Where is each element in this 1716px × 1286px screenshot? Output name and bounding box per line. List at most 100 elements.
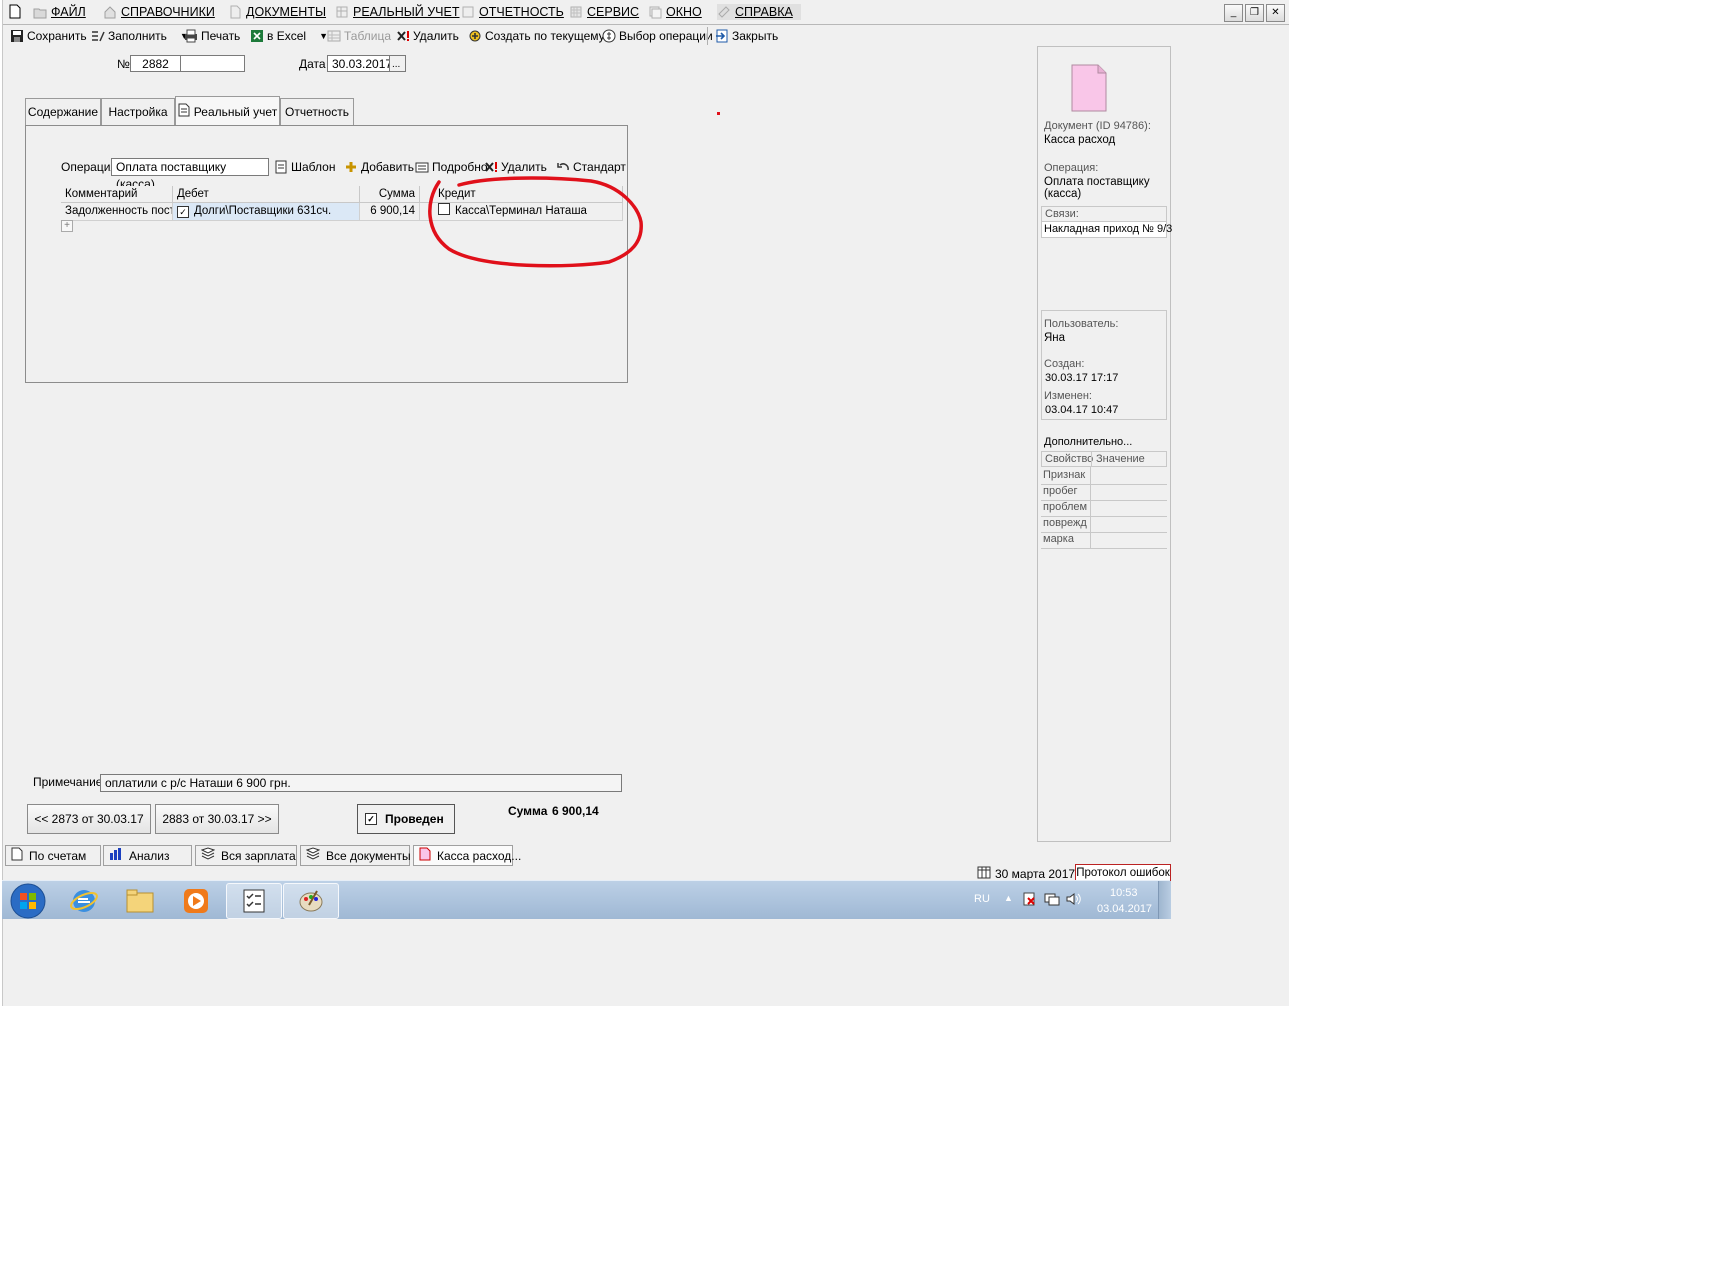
props-row[interactable]: марка	[1041, 531, 1167, 549]
home-icon	[103, 5, 117, 19]
excel-button[interactable]: в Excel ▼	[250, 28, 328, 44]
window-tab-cash-expense[interactable]: Касса расход...	[413, 845, 521, 866]
fill-button[interactable]: Заполнить ▼	[91, 28, 189, 44]
col-amount[interactable]: Сумма	[360, 186, 420, 202]
language-indicator[interactable]: RU	[974, 893, 990, 905]
menu-help[interactable]: СПРАВКА	[717, 4, 801, 20]
grid-icon	[569, 5, 583, 19]
menu-references[interactable]: СПРАВОЧНИКИ	[103, 4, 215, 20]
date-picker-button[interactable]: ...	[389, 55, 406, 72]
print-button[interactable]: Печать	[184, 28, 240, 44]
tab-real-accounting[interactable]: Реальный учет	[175, 96, 280, 126]
explorer-taskbar-button[interactable]	[112, 883, 168, 919]
close-button[interactable]: ✕	[1266, 4, 1285, 22]
number-input[interactable]: 2882	[130, 55, 181, 72]
template-button[interactable]: Шаблон	[274, 159, 335, 175]
add-row-button[interactable]: Добавить	[344, 159, 414, 175]
window-tab-by-accounts[interactable]: По счетам	[5, 845, 101, 866]
prop-value[interactable]	[1090, 515, 1167, 532]
prev-document-button[interactable]: << 2873 от 30.03.17	[27, 804, 151, 834]
posted-checkbox[interactable]: ✓	[365, 813, 377, 825]
table-icon	[335, 5, 349, 19]
show-desktop-button[interactable]	[1158, 881, 1171, 919]
window-tab-label: По счетам	[29, 848, 87, 863]
window-tab-salary[interactable]: Вся зарплата	[195, 845, 297, 866]
cell-debit-text: Долги\Поставщики 631сч.	[194, 205, 332, 217]
next-document-button[interactable]: 2883 от 30.03.17 >>	[155, 804, 279, 834]
delete-button[interactable]: Удалить	[396, 28, 459, 44]
prop-value[interactable]	[1090, 467, 1167, 484]
save-label: Сохранить	[27, 29, 87, 43]
prop-value[interactable]	[1090, 499, 1167, 516]
tab-settings[interactable]: Настройка	[101, 98, 175, 125]
media-player-taskbar-button[interactable]	[168, 883, 224, 919]
menu-file[interactable]: ФАЙЛ	[33, 4, 86, 20]
windows-logo-icon	[10, 883, 46, 919]
save-button[interactable]: Сохранить	[10, 28, 87, 44]
restore-button[interactable]: ❐	[1245, 4, 1264, 22]
close-doc-button[interactable]: Закрыть	[715, 28, 778, 44]
tab-settings-label: Настройка	[108, 105, 168, 119]
operation-input[interactable]: Оплата поставщику (касса)	[111, 158, 269, 191]
minimize-button[interactable]: _	[1224, 4, 1243, 22]
menu-window-label: ОКНО	[666, 5, 702, 19]
printer-icon	[184, 29, 198, 43]
menu-real-accounting[interactable]: РЕАЛЬНЫЙ УЧЕТ	[335, 4, 460, 20]
menu-documents[interactable]: ДОКУМЕНТЫ	[228, 4, 326, 20]
prop-name: поврежд	[1043, 517, 1087, 529]
menu-window[interactable]: ОКНО	[648, 4, 702, 20]
stack-icon	[200, 847, 216, 864]
col-comment[interactable]: Комментарий	[61, 186, 173, 202]
prop-name: Признак	[1043, 469, 1086, 481]
op-value-line2: (касса)	[1044, 188, 1082, 200]
choose-operation-button[interactable]: Выбор операции	[602, 28, 713, 44]
date-input[interactable]: 30.03.2017	[327, 55, 392, 72]
show-hidden-icons-icon[interactable]: ▲	[1004, 893, 1013, 903]
links-header: Связи:	[1041, 206, 1167, 222]
links-list-item[interactable]: Накладная приход № 9/3	[1041, 222, 1172, 238]
col-debit[interactable]: Дебет	[173, 186, 360, 202]
clock-time[interactable]: 10:53	[1110, 887, 1138, 899]
new-document-icon[interactable]	[9, 4, 21, 22]
more-link[interactable]: Дополнительно...	[1044, 436, 1132, 448]
paint-taskbar-button[interactable]	[283, 883, 339, 919]
add-row-plus[interactable]: +	[61, 220, 73, 232]
debit-checkbox[interactable]: ✓	[177, 206, 189, 218]
tab-real-accounting-label: Реальный учет	[193, 104, 278, 119]
toolbar: Сохранить Заполнить ▼ Печать в Excel ▼ Т…	[3, 25, 1143, 47]
toolbar-separator	[707, 27, 708, 45]
posted-toggle[interactable]: ✓ Проведен	[357, 804, 455, 834]
number-suffix-input[interactable]	[180, 55, 245, 72]
prop-value[interactable]	[1090, 483, 1167, 500]
app-taskbar-button[interactable]	[226, 883, 282, 919]
network-icon[interactable]	[1044, 892, 1060, 909]
cell-amount[interactable]: 6 900,14	[360, 203, 420, 220]
clock-date[interactable]: 03.04.2017	[1097, 903, 1152, 915]
action-center-icon[interactable]	[1022, 892, 1036, 909]
table-button[interactable]: Таблица	[327, 28, 391, 44]
error-log-button[interactable]: Протокол ошибок	[1075, 864, 1171, 881]
note-input[interactable]: оплатили с р/с Наташи 6 900 грн.	[100, 774, 622, 792]
volume-icon[interactable]	[1066, 892, 1082, 909]
prop-value[interactable]	[1090, 531, 1167, 548]
cell-debit[interactable]: ✓ Долги\Поставщики 631сч.	[173, 203, 360, 220]
start-button[interactable]	[2, 883, 54, 919]
cell-comment[interactable]: Задолженность поста	[61, 203, 173, 220]
props-col-property: Свойство	[1045, 453, 1094, 465]
doc-value: Касса расход	[1044, 134, 1116, 146]
create-from-current-button[interactable]: Создать по текущему	[468, 28, 605, 44]
window-tab-analysis[interactable]: Анализ	[103, 845, 192, 866]
tab-reports[interactable]: Отчетность	[280, 98, 354, 125]
tab-content[interactable]: Содержание	[25, 98, 101, 125]
window-tab-all-documents[interactable]: Все документы	[300, 845, 411, 866]
ie-taskbar-button[interactable]	[56, 883, 112, 919]
choose-operation-label: Выбор операции	[619, 29, 713, 43]
report-icon	[461, 5, 475, 19]
note-label: Примечание	[33, 775, 103, 789]
created-value: 30.03.17 17:17	[1045, 372, 1119, 384]
window-tab-label: Вся зарплата	[221, 848, 296, 863]
menu-service[interactable]: СЕРВИС	[569, 4, 639, 20]
document-tab-icon	[178, 103, 190, 120]
menu-reports[interactable]: ОТЧЕТНОСТЬ	[461, 4, 564, 20]
doc-label: Документ (ID 94786):	[1044, 120, 1151, 132]
